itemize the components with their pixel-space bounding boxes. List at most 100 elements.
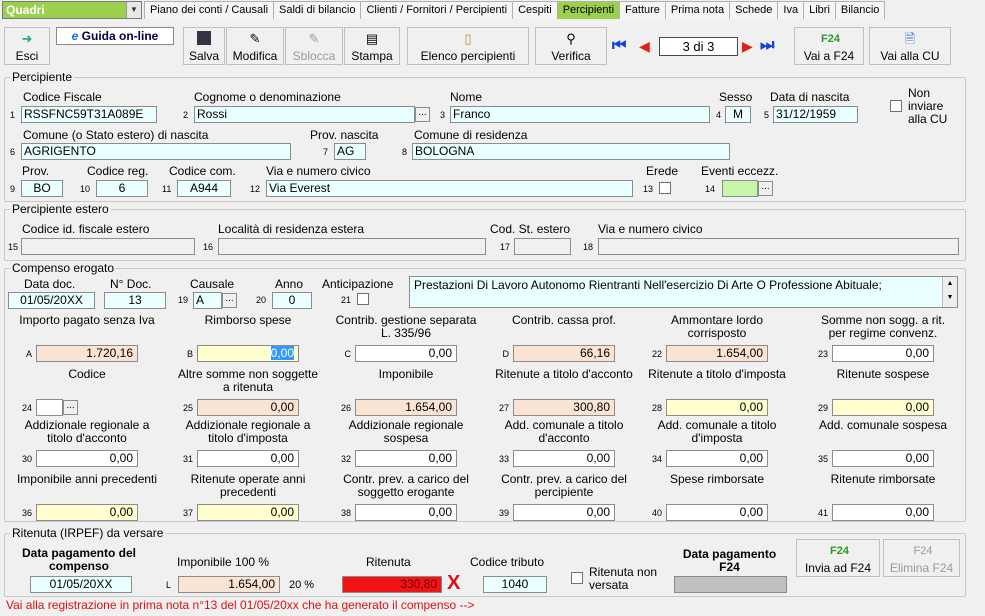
data-pagamento-field[interactable]: 01/05/20XX [30, 576, 132, 593]
amount-field[interactable]: 0,00 [355, 345, 457, 362]
delete-f24-icon: F24 [913, 545, 933, 557]
eventi-field[interactable] [722, 180, 758, 197]
via-estero-label: Via e numero civico [598, 222, 703, 236]
amount-field[interactable]: 300,80 [513, 399, 615, 416]
sesso-field[interactable]: M [725, 106, 751, 123]
amount-field[interactable]: 1.654,00 [355, 399, 457, 416]
field-letter-l: L [166, 580, 172, 590]
goto-f24-button[interactable]: F24 Vai a F24 [794, 27, 864, 65]
comune-residenza-field[interactable]: BOLOGNA [412, 143, 730, 160]
nascita-field[interactable]: 31/12/1959 [773, 106, 858, 123]
amount-field[interactable]: 0,00 [197, 504, 299, 521]
print-button[interactable]: ▤ Stampa [344, 27, 400, 65]
eventi-lookup-button[interactable]: ... [758, 181, 773, 196]
tab-item[interactable]: Saldi di bilancio [273, 1, 362, 19]
non-cu-checkbox[interactable] [890, 100, 902, 112]
anno-field[interactable]: 0 [272, 292, 312, 309]
amount-field[interactable]: 66,16 [513, 345, 615, 362]
last-record-icon[interactable]: ⏭ [760, 36, 786, 56]
amount-field[interactable]: 0,00 [513, 450, 615, 467]
amount-field[interactable]: 0,00 [36, 504, 138, 521]
verify-button[interactable]: ⚲ Verifica [535, 27, 607, 65]
description-scrollbar[interactable]: ▲ ▼ [942, 277, 957, 307]
tab-item[interactable]: Bilancio [834, 1, 886, 19]
codice-lookup-button[interactable]: ... [63, 400, 78, 415]
tab-item[interactable]: Piano dei conti / Causali [144, 1, 275, 19]
amount-field[interactable]: 0,00 [197, 345, 299, 362]
tab-item[interactable]: Prima nota [664, 1, 731, 19]
amount-field[interactable]: 0,00 [36, 450, 138, 467]
field-label: Rimborso spese [204, 313, 292, 327]
save-button[interactable]: Salva [183, 27, 225, 65]
amount-field[interactable]: 0,00 [832, 504, 934, 521]
amount-field[interactable]: 0,00 [513, 504, 615, 521]
codice-tributo-field[interactable]: 1040 [483, 576, 547, 593]
field-label: Contr. prev. a carico del soggetto eroga… [343, 472, 469, 499]
first-record-icon[interactable]: ⏮ [612, 36, 638, 56]
cod-com-field[interactable]: A944 [177, 180, 231, 197]
amount-field[interactable]: 0,00 [197, 399, 299, 416]
amount-field[interactable]: 0,00 [355, 450, 457, 467]
amount-field[interactable]: 0,00 [832, 450, 934, 467]
amount-field[interactable]: 0,00 [666, 399, 768, 416]
cod-reg-field[interactable]: 6 [96, 180, 148, 197]
chevron-down-icon[interactable]: ▼ [126, 2, 141, 18]
prov-field[interactable]: BO [21, 180, 63, 197]
field-number: 29 [817, 403, 828, 413]
stato-field[interactable] [514, 238, 571, 255]
ritenuta-field[interactable]: 330,80 [342, 576, 442, 593]
list-button[interactable]: ▯ Elenco percipienti [407, 27, 529, 65]
invia-f24-button[interactable]: F24 Invia ad F24 [796, 539, 880, 577]
tab-item[interactable]: Libri [803, 1, 836, 19]
via-estero-field[interactable] [598, 238, 959, 255]
erede-checkbox[interactable] [659, 182, 671, 194]
prev-record-icon[interactable]: ◀ [639, 36, 655, 56]
cognome-field[interactable]: Rossi [194, 106, 415, 123]
amount-field[interactable]: 0,00 [832, 345, 934, 362]
field-number: 34 [651, 454, 662, 464]
tab-item[interactable]: Iva [777, 1, 805, 19]
prima-nota-link[interactable]: Vai alla registrazione in prima nota n°1… [6, 598, 475, 612]
field-number: 23 [817, 349, 828, 359]
non-versata-checkbox[interactable] [571, 572, 583, 584]
unlock-button[interactable]: ✎ Sblocca [285, 27, 343, 65]
cf-field[interactable]: RSSFNC59T31A089E [21, 106, 157, 123]
help-button[interactable]: e Guida on-line [56, 27, 174, 45]
ndoc-field[interactable]: 13 [104, 292, 166, 309]
goto-cu-button[interactable]: 🗎 Vai alla CU [869, 27, 951, 65]
imponibile100-field[interactable]: 1.654,00 [178, 576, 280, 593]
amount-field[interactable]: 0,00 [197, 450, 299, 467]
cognome-lookup-button[interactable]: ... [415, 107, 430, 122]
amount-field[interactable] [36, 399, 63, 416]
next-record-icon[interactable]: ▶ [742, 36, 758, 56]
tab-item[interactable]: Clienti / Fornitori / Percipienti [360, 1, 514, 19]
amount-field[interactable]: 0,00 [832, 399, 934, 416]
anticipazione-checkbox[interactable] [357, 293, 369, 305]
amount-field[interactable]: 0,00 [355, 504, 457, 521]
data-f24-field[interactable] [674, 576, 787, 593]
tab-item[interactable]: Cespiti [512, 1, 558, 19]
edit-button[interactable]: ✎ Modifica [226, 27, 284, 65]
section-combo[interactable]: Quadri ▼ [2, 1, 142, 19]
tab-item[interactable]: Percipienti [556, 1, 621, 19]
comune-nascita-field[interactable]: AGRIGENTO [21, 143, 291, 160]
field-number: 27 [498, 403, 509, 413]
causale-field[interactable]: A [193, 292, 222, 309]
exit-button[interactable]: ➜ Esci [4, 27, 50, 65]
nome-field[interactable]: Franco [450, 106, 710, 123]
data-doc-field[interactable]: 01/05/20XX [8, 292, 95, 309]
amount-field[interactable]: 0,00 [666, 504, 768, 521]
tab-item[interactable]: Fatture [619, 1, 666, 19]
via-field[interactable]: Via Everest [266, 180, 633, 197]
causale-description[interactable]: Prestazioni Di Lavoro Autonomo Rientrant… [409, 276, 958, 308]
amount-field[interactable]: 1.720,16 [36, 345, 138, 362]
localita-field[interactable] [218, 238, 486, 255]
cod-id-field[interactable] [21, 238, 195, 255]
elimina-f24-button[interactable]: F24 Elimina F24 [883, 539, 960, 577]
stato-label: Cod. St. estero [490, 222, 571, 236]
causale-lookup-button[interactable]: ... [222, 293, 237, 308]
amount-field[interactable]: 0,00 [666, 450, 768, 467]
tab-item[interactable]: Schede [729, 1, 779, 19]
prov-nascita-field[interactable]: AG [334, 143, 366, 160]
amount-field[interactable]: 1.654,00 [666, 345, 768, 362]
